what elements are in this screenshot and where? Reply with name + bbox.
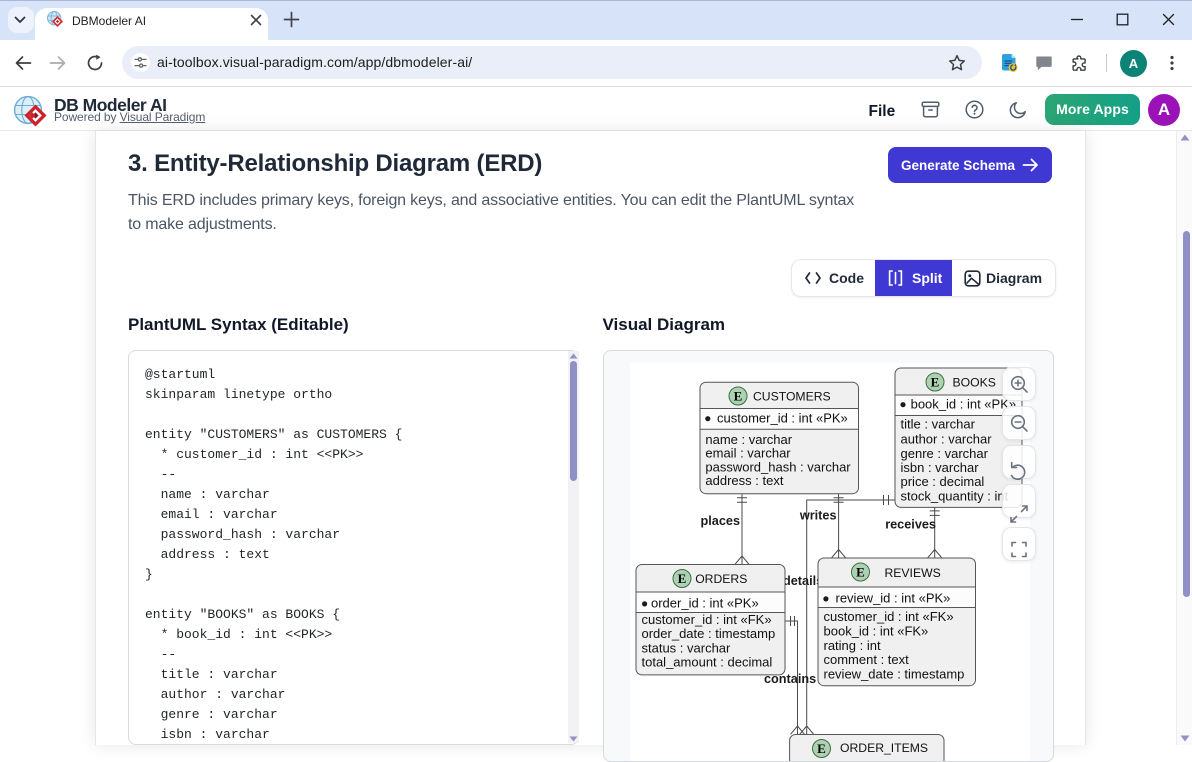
svg-text:status : varchar: status : varchar [642,641,732,656]
svg-text:CUSTOMERS: CUSTOMERS [753,389,831,403]
svg-text:review_id : int «PK»: review_id : int «PK» [836,590,951,605]
svg-text:author : varchar: author : varchar [901,431,993,446]
svg-text:order_id : int «PK»: order_id : int «PK» [651,595,759,610]
svg-text:ORDERS: ORDERS [695,572,747,586]
svg-text:comment : text: comment : text [824,652,910,667]
svg-text:REVIEWS: REVIEWS [885,566,941,580]
svg-text:name : varchar: name : varchar [705,432,792,447]
svg-text:places: places [701,514,741,528]
svg-text:isbn : varchar: isbn : varchar [901,460,980,475]
svg-text:stock_quantity : int: stock_quantity : int [901,488,1009,503]
svg-text:details: details [783,574,823,588]
svg-text:rating : int: rating : int [824,638,881,653]
svg-text:book_id : int «PK»: book_id : int «PK» [911,397,1017,412]
svg-text:review_date : timestamp: review_date : timestamp [824,666,965,681]
svg-text:E: E [856,565,865,580]
svg-text:E: E [817,741,826,756]
svg-text:price : decimal: price : decimal [901,474,985,489]
svg-text:E: E [931,375,940,390]
svg-text:E: E [734,389,743,404]
svg-text:writes: writes [799,509,837,523]
svg-text:genre : varchar: genre : varchar [901,446,989,461]
svg-text:address : text: address : text [705,473,783,488]
svg-text:total_amount : decimal: total_amount : decimal [642,654,773,669]
svg-text:book_id : int «FK»: book_id : int «FK» [824,624,929,639]
svg-text:order_date : timestamp: order_date : timestamp [642,626,776,641]
svg-text:customer_id : int «FK»: customer_id : int «FK» [642,612,772,627]
svg-text:customer_id : int «PK»: customer_id : int «PK» [717,411,848,426]
svg-text:BOOKS: BOOKS [953,375,996,389]
svg-text:title : varchar: title : varchar [901,417,976,432]
svg-text:E: E [678,571,687,586]
svg-text:ORDER_ITEMS: ORDER_ITEMS [840,741,928,755]
svg-text:customer_id : int «FK»: customer_id : int «FK» [824,609,954,624]
svg-text:receives: receives [885,518,936,532]
